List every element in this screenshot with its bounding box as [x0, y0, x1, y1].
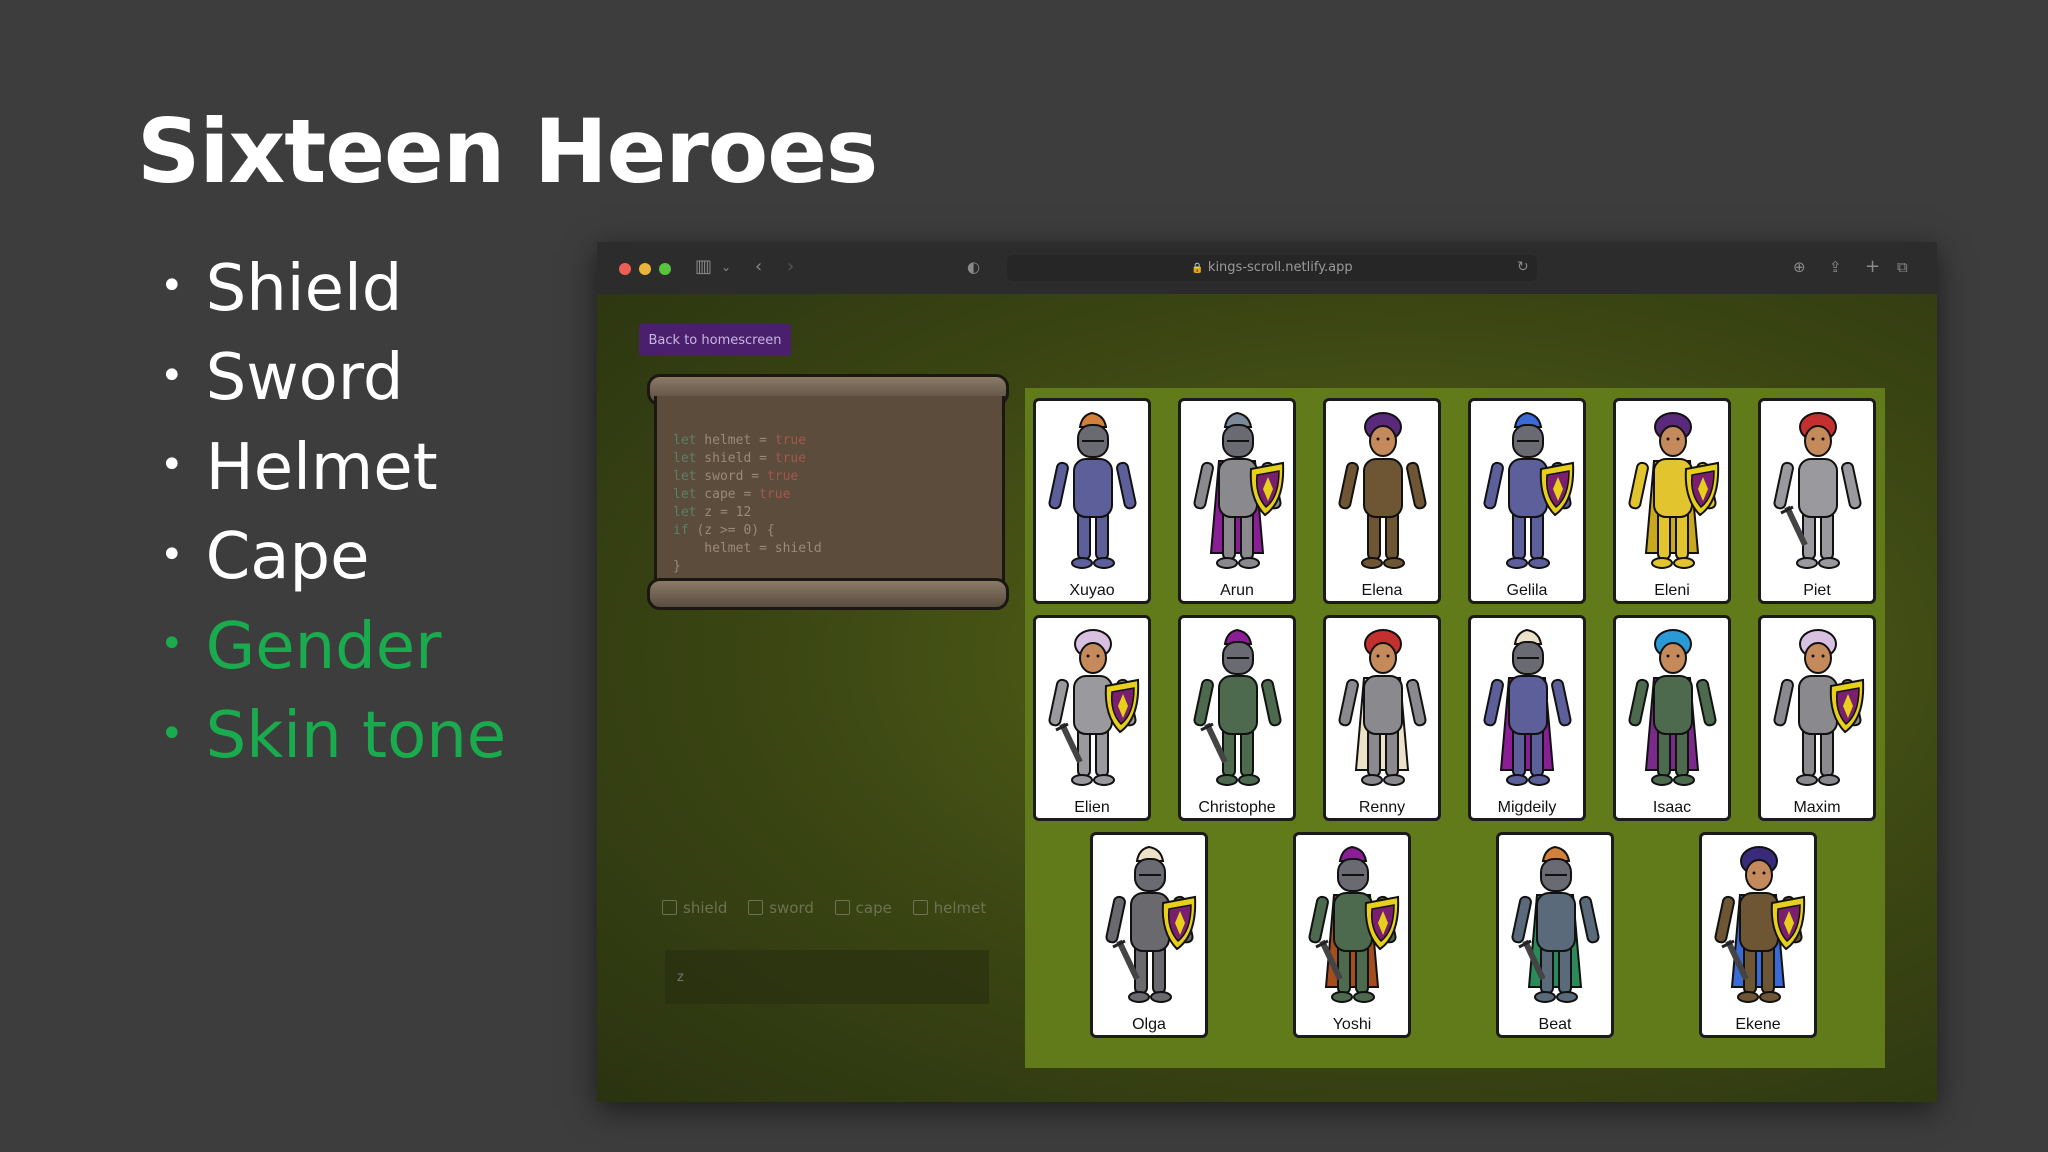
page-content: Back to homescreen let helmet = true let …: [597, 294, 1937, 1102]
hero-card-renny[interactable]: Renny: [1323, 615, 1441, 821]
shield-icon[interactable]: ◐: [967, 258, 980, 276]
hero-figure: [1483, 411, 1575, 569]
hero-card-beat[interactable]: Beat: [1496, 832, 1614, 1038]
lock-icon: 🔒: [1191, 263, 1204, 274]
hero-card-olga[interactable]: Olga: [1090, 832, 1208, 1038]
hero-card-elena[interactable]: Elena: [1323, 398, 1441, 604]
reload-icon[interactable]: ↻: [1517, 259, 1529, 275]
hero-card-migdeily[interactable]: Migdeily: [1468, 615, 1586, 821]
browser-window: ▥ ⌄ ‹ › ◐ 🔒 kings-scroll.netlify.app ↻ ⊕…: [597, 242, 1937, 1102]
sword-checkbox[interactable]: [748, 900, 764, 915]
hero-figure: [1773, 412, 1862, 569]
hero-card-christophe[interactable]: Christophe: [1178, 615, 1296, 821]
hero-name: Isaac: [1652, 799, 1692, 816]
hero-figure: [1773, 629, 1865, 786]
hero-card-isaac[interactable]: Isaac: [1613, 615, 1731, 821]
hero-figure: [1628, 629, 1717, 786]
hero-figure: [1338, 629, 1427, 786]
hero-name: Gelila: [1506, 582, 1548, 599]
hero-card-ekene[interactable]: Ekene: [1699, 832, 1817, 1038]
bullet-item-highlighted: • Gender: [160, 609, 442, 684]
tabs-icon[interactable]: ⧉: [1897, 258, 1908, 276]
code-block: let helmet = true let shield = true let sw…: [673, 433, 822, 574]
hero-card-maxim[interactable]: Maxim: [1758, 615, 1876, 821]
new-tab-icon[interactable]: +: [1865, 256, 1880, 277]
browser-toolbar: ▥ ⌄ ‹ › ◐ 🔒 kings-scroll.netlify.app ↻ ⊕…: [597, 242, 1937, 295]
hero-name: Migdeily: [1497, 799, 1557, 816]
hero-name: Christophe: [1198, 799, 1276, 816]
hero-figure: [1308, 845, 1400, 1003]
shield-checkbox[interactable]: [662, 900, 677, 915]
hero-figure: [1193, 411, 1285, 569]
minimize-window-button[interactable]: [639, 263, 651, 275]
hero-name: Maxim: [1793, 799, 1841, 816]
hero-figure: [1338, 412, 1427, 569]
sidebar-icon[interactable]: ▥: [695, 256, 712, 277]
close-window-button[interactable]: [619, 263, 631, 275]
hero-name: Yoshi: [1332, 1016, 1372, 1033]
chevron-down-icon[interactable]: ⌄: [721, 260, 731, 274]
hero-figure: [1511, 845, 1600, 1003]
filter-checkboxes: shield sword cape helmet: [662, 898, 1002, 917]
bullet-list: • Shield • Sword • Helmet • Cape • Gender • Sk…: [160, 246, 506, 783]
helmet-checkbox[interactable]: [912, 900, 928, 915]
bullet-item-highlighted: • Skin tone: [160, 699, 507, 774]
hero-figure: [1628, 412, 1720, 569]
hero-name: Beat: [1538, 1016, 1572, 1033]
hero-card-arun[interactable]: Arun: [1178, 398, 1296, 604]
hero-name: Xuyao: [1069, 582, 1115, 599]
back-icon[interactable]: ‹: [755, 256, 762, 277]
hero-figure: [1714, 846, 1806, 1003]
address-bar[interactable]: 🔒 kings-scroll.netlify.app: [1007, 255, 1537, 281]
bullet-item: • Helmet: [160, 430, 438, 505]
url-text: kings-scroll.netlify.app: [1207, 260, 1353, 275]
bullet-item: • Sword: [160, 341, 404, 416]
hero-figure: [1048, 629, 1140, 786]
hero-figure: [1483, 628, 1572, 786]
hero-figure: [1105, 845, 1197, 1003]
z-value-input[interactable]: [665, 950, 989, 1004]
hero-figure: [1193, 628, 1282, 786]
hero-name: Arun: [1220, 582, 1254, 599]
zoom-window-button[interactable]: [659, 263, 671, 275]
hero-name: Ekene: [1735, 1016, 1781, 1033]
hero-name: Elena: [1361, 582, 1403, 599]
code-scroll: let helmet = true let shield = true let sw…: [654, 396, 1005, 586]
bullet-item: • Cape: [160, 520, 370, 595]
hero-card-elien[interactable]: Elien: [1033, 615, 1151, 821]
scroll-bottom-rod: [647, 578, 1009, 610]
hero-name: Piet: [1803, 582, 1831, 599]
hero-name: Olga: [1132, 1016, 1166, 1033]
hero-figure: [1048, 411, 1137, 569]
hero-card-piet[interactable]: Piet: [1758, 398, 1876, 604]
share-icon[interactable]: ⇪: [1829, 258, 1842, 276]
hero-name: Renny: [1358, 799, 1406, 816]
bullet-item: • Shield: [160, 252, 403, 326]
cape-checkbox[interactable]: [834, 900, 850, 915]
slide-title: Sixteen Heroes: [137, 100, 878, 203]
hero-card-eleni[interactable]: Eleni: [1613, 398, 1731, 604]
hero-name: Elien: [1074, 799, 1110, 816]
hero-card-xuyao[interactable]: Xuyao: [1033, 398, 1151, 604]
back-to-homescreen-button[interactable]: Back to homescreen: [639, 324, 791, 356]
forward-icon[interactable]: ›: [787, 256, 794, 277]
download-icon[interactable]: ⊕: [1793, 258, 1806, 276]
hero-board: Xuyao Arun Elena Gelila Eleni Piet Elien Christ…: [1025, 388, 1885, 1068]
hero-card-gelila[interactable]: Gelila: [1468, 398, 1586, 604]
hero-name: Eleni: [1654, 582, 1690, 599]
hero-card-yoshi[interactable]: Yoshi: [1293, 832, 1411, 1038]
